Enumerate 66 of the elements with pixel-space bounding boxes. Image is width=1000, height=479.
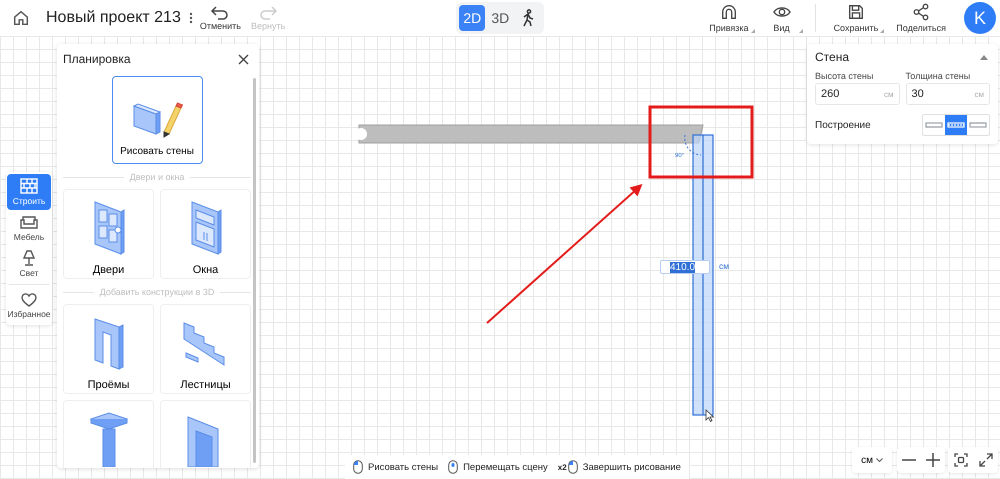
plus-icon (926, 453, 940, 467)
sofa-icon (19, 214, 39, 230)
catalog-card[interactable]: Проёмы (63, 304, 154, 394)
zoom-in-button[interactable] (924, 451, 942, 469)
magnet-icon (720, 3, 738, 21)
focus-frame-icon (954, 453, 968, 467)
sidebar-item[interactable]: Мебель (7, 210, 51, 246)
close-button[interactable] (236, 52, 251, 66)
toolbar-button[interactable]: Поделиться (888, 3, 954, 33)
expand-icon (978, 453, 992, 467)
chevron-down-icon (876, 458, 883, 462)
angle-arc (684, 134, 702, 156)
wall-alignment-icon (969, 120, 987, 130)
input-field[interactable]: 30 см (906, 83, 990, 105)
hint-text: Рисовать стены (368, 462, 438, 472)
sidebar-item[interactable]: Строить (7, 174, 51, 210)
hint-text: Завершить рисование (582, 462, 681, 472)
build-mode-label: Построение (815, 120, 871, 130)
draw-walls-card[interactable]: Рисовать стены (112, 76, 202, 164)
undo-button[interactable]: Отменить (194, 6, 246, 30)
section-title: Добавить конструкции в 3D (100, 287, 214, 297)
undo-icon (210, 6, 230, 20)
double-click-label: x2 (558, 462, 567, 472)
project-title: Новый проект 213 (46, 9, 181, 27)
mouse-wheel-icon (448, 460, 458, 474)
field-label: Толщина стены (906, 71, 972, 81)
field-label: Высота стены (815, 71, 874, 81)
view-mode-tab[interactable]: 3D (487, 5, 514, 31)
mouse-left-click-icon (353, 460, 363, 474)
walking-person-icon (521, 9, 536, 27)
user-avatar[interactable]: K (964, 2, 996, 34)
cursor-icon (706, 409, 715, 422)
catalog-card[interactable]: Лестницы (160, 304, 251, 394)
sidebar-item[interactable]: Избранное (7, 287, 51, 323)
share-icon (912, 3, 930, 21)
unit-dropdown[interactable]: см (852, 447, 892, 473)
fullscreen-button[interactable] (976, 451, 994, 469)
redo-icon (258, 6, 278, 20)
properties-title: Стена (815, 50, 850, 64)
wall-alignment-icon (947, 120, 965, 130)
hint-text: Перемещать сцену (463, 462, 548, 472)
alignment-button[interactable] (967, 115, 989, 135)
section-title: Двери и окна (130, 172, 184, 182)
catalog-card[interactable] (160, 400, 251, 468)
brick-wall-icon (19, 178, 39, 194)
wall-length-field[interactable]: 410.0 (660, 260, 710, 274)
input-field[interactable]: 260 см (815, 83, 900, 105)
scrollbar[interactable] (253, 78, 256, 463)
home-icon (12, 9, 30, 27)
close-icon (238, 54, 249, 64)
more-icon (188, 12, 193, 24)
catalog-card[interactable]: Окна (160, 189, 251, 279)
alignment-button[interactable] (923, 115, 945, 135)
sidebar-item[interactable]: Свет (7, 246, 51, 282)
collapse-button[interactable] (978, 52, 990, 62)
save-icon (846, 3, 865, 21)
mouse-left-click-icon (568, 460, 578, 474)
catalog-card[interactable] (63, 400, 154, 468)
wall-alignment-icon (925, 120, 943, 130)
view-mode-tab[interactable]: 2D (459, 5, 486, 31)
fit-view-button[interactable] (952, 451, 970, 469)
panel-title: Планировка (63, 52, 131, 66)
length-unit: см (719, 261, 730, 271)
alignment-button[interactable] (945, 115, 967, 135)
heart-icon (19, 291, 39, 307)
catalog-card[interactable]: Двери (63, 189, 154, 279)
